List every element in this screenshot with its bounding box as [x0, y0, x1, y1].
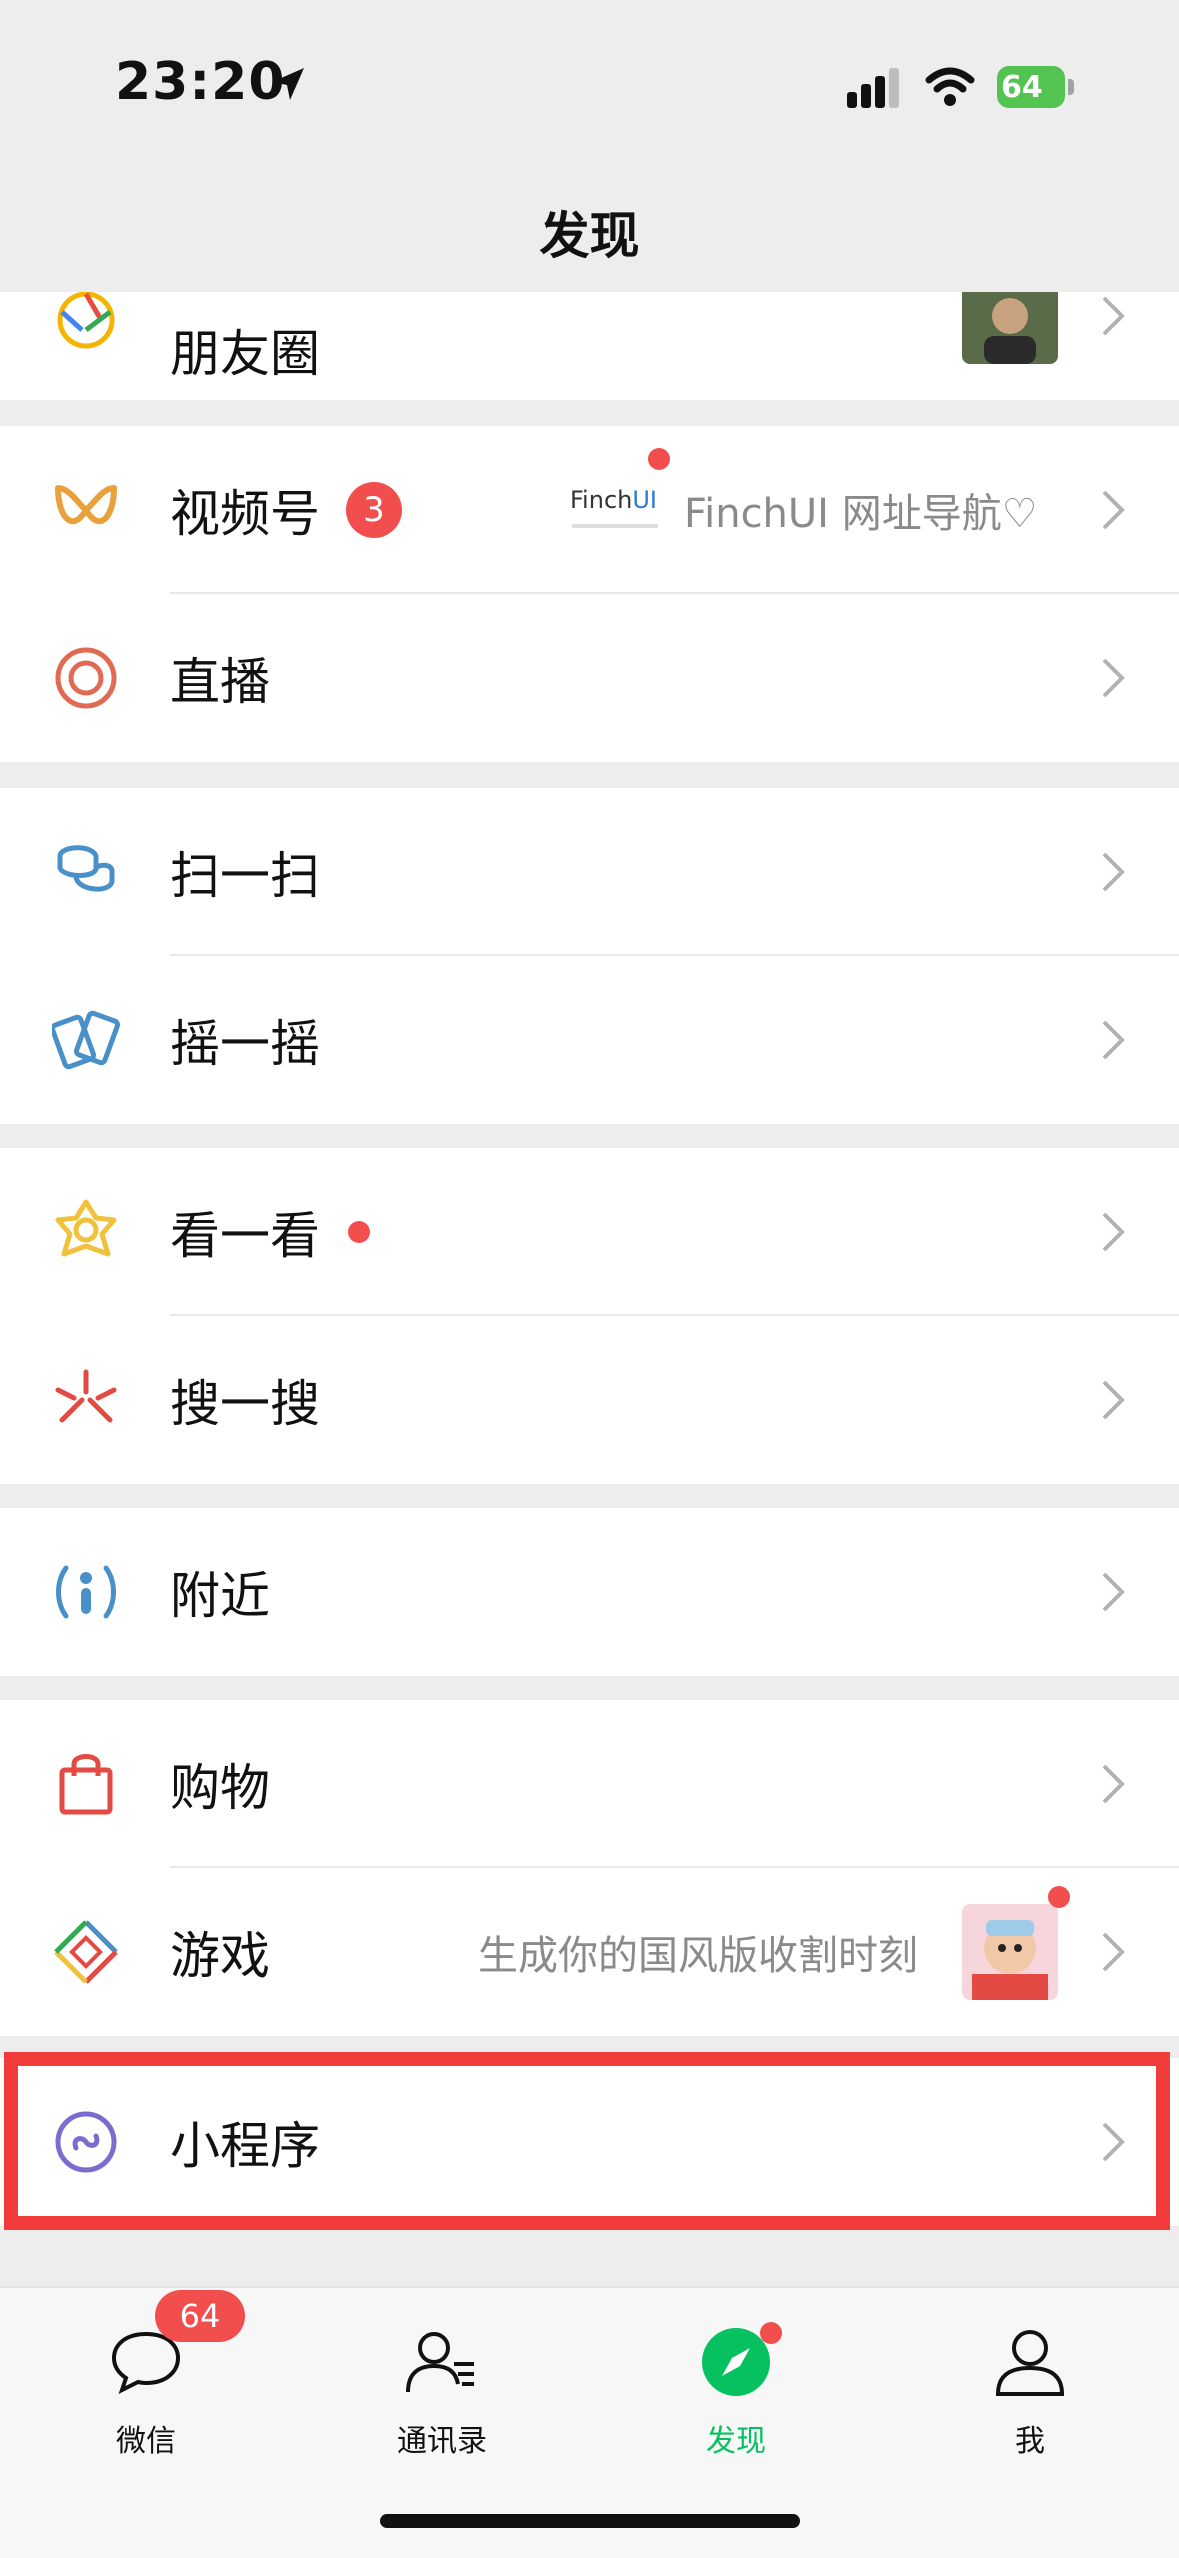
live-row[interactable]: 直播 [0, 594, 1179, 762]
moments-aperture-icon [57, 292, 115, 349]
shopping-label: 购物 [170, 1759, 270, 1817]
finchui-logo: FinchUI [560, 474, 670, 544]
channels-subtitle: FinchUI 网址导航♡ [684, 491, 1038, 537]
chevron-right-icon [1102, 1572, 1125, 1612]
tab-me-label: 我 [1015, 2424, 1045, 2459]
moments-label: 朋友圈 [170, 325, 320, 383]
channels-row[interactable]: 视频号 3 FinchUI FinchUI 网址导航♡ [0, 426, 1179, 594]
chevron-right-icon [1102, 296, 1125, 336]
tab-chats[interactable]: 微信 [46, 2324, 246, 2464]
nearby-person-icon [56, 1565, 116, 1619]
tab-discover[interactable]: 发现 [636, 2322, 836, 2464]
tab-chats-label: 微信 [116, 2424, 176, 2459]
tab-me[interactable]: 我 [930, 2324, 1130, 2464]
search-label: 搜一搜 [170, 1375, 320, 1433]
chevron-right-icon [1102, 1020, 1125, 1060]
battery-level: 64 [1001, 70, 1043, 105]
shake-phones-icon [52, 1010, 120, 1070]
live-target-icon [55, 647, 117, 709]
battery-indicator: 64 [997, 66, 1077, 108]
chevron-right-icon [1102, 1764, 1125, 1804]
top-stories-new-dot [348, 1221, 370, 1243]
games-label: 游戏 [170, 1927, 270, 1985]
wifi-icon [925, 67, 975, 106]
games-thumbnail [962, 1904, 1058, 2000]
home-indicator[interactable] [380, 2514, 800, 2528]
channels-label: 视频号 [170, 485, 320, 543]
chevron-right-icon [1102, 1380, 1125, 1420]
person-icon [995, 2330, 1065, 2396]
games-subtitle: 生成你的国风版收割时刻 [478, 1933, 918, 1979]
top-stories-star-icon [55, 1199, 117, 1257]
games-row[interactable]: 游戏 生成你的国风版收割时刻 [0, 1868, 1179, 2036]
chevron-right-icon [1102, 658, 1125, 698]
chevron-right-icon [1102, 1212, 1125, 1252]
highlight-box [4, 2052, 1170, 2230]
status-time: 23:20 [115, 52, 286, 112]
shopping-bag-icon [59, 1754, 113, 1815]
discover-new-dot [760, 2322, 782, 2344]
chevron-right-icon [1102, 490, 1125, 530]
tab-contacts-label: 通讯录 [397, 2424, 487, 2459]
tab-contacts[interactable]: 通讯录 [342, 2324, 542, 2464]
chevron-right-icon [1102, 1932, 1125, 1972]
moments-row[interactable]: 朋友圈 [0, 292, 1179, 400]
page-title: 发现 [539, 207, 640, 265]
chevron-right-icon [1102, 852, 1125, 892]
contacts-icon [406, 2332, 474, 2393]
shopping-row[interactable]: 购物 [0, 1700, 1179, 1868]
channels-badge: 3 [346, 482, 402, 538]
top-stories-row[interactable]: 看一看 [0, 1148, 1179, 1316]
top-stories-label: 看一看 [170, 1207, 320, 1265]
games-diamond-icon [54, 1920, 118, 1984]
scan-icon [57, 845, 115, 892]
channels-new-dot [648, 448, 670, 470]
channels-butterfly-icon [55, 485, 117, 525]
scan-label: 扫一扫 [170, 847, 320, 905]
nearby-label: 附近 [170, 1567, 270, 1625]
location-arrow-icon [272, 68, 304, 100]
live-label: 直播 [170, 653, 270, 711]
games-new-dot [1048, 1886, 1070, 1908]
search-sparkle-icon [55, 1369, 117, 1423]
chats-unread-badge: 64 [155, 2290, 245, 2342]
nearby-row[interactable]: 附近 [0, 1508, 1179, 1676]
tab-discover-label: 发现 [706, 2424, 766, 2459]
scan-row[interactable]: 扫一扫 [0, 788, 1179, 956]
moments-avatar [962, 292, 1058, 364]
search-row[interactable]: 搜一搜 [0, 1316, 1179, 1484]
shake-row[interactable]: 摇一摇 [0, 956, 1179, 1124]
cellular-signal-icon [847, 68, 899, 108]
status-bar: 23:20 64 发现 [0, 0, 1179, 265]
shake-label: 摇一摇 [170, 1015, 320, 1073]
